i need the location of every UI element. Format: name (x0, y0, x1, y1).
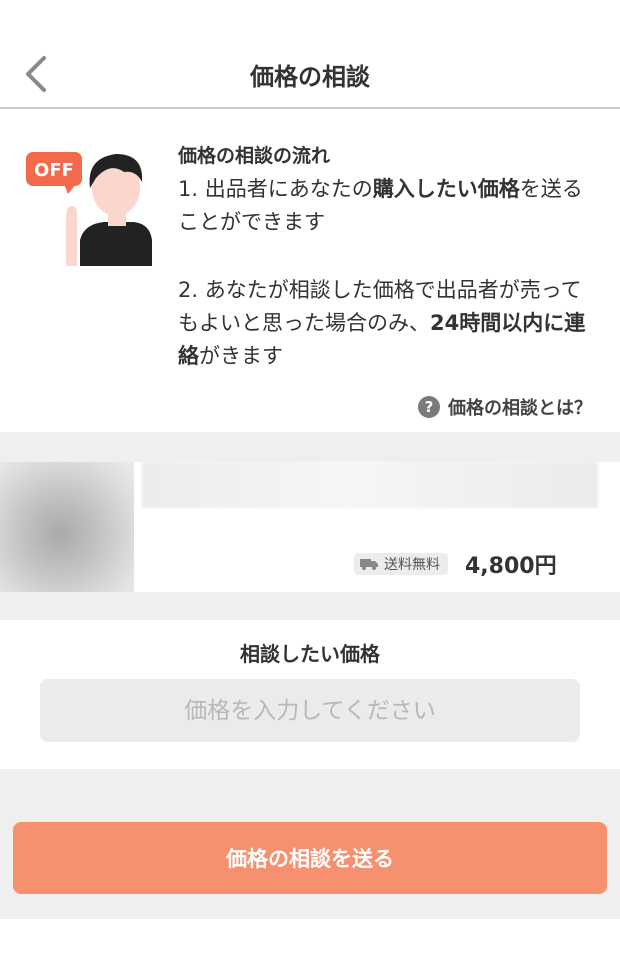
flow-step-2-text-end: がきます (199, 344, 283, 368)
page-title: 価格の相談 (250, 63, 370, 91)
shipping-label: 送料無料 (384, 557, 440, 573)
section-divider (0, 592, 620, 620)
help-link[interactable]: ? 価格の相談とは？ (418, 394, 592, 420)
help-link-label: 価格の相談とは？ (448, 398, 592, 419)
price-input[interactable] (40, 679, 580, 742)
section-divider (0, 432, 620, 462)
off-badge-icon: OFF (34, 160, 74, 181)
flow-title: 価格の相談の流れ (178, 145, 331, 167)
bottom-spacer (0, 919, 620, 959)
app-header: 価格の相談 (0, 0, 620, 109)
product-title-blurred (142, 462, 598, 508)
flow-step-2: 2. あなたが相談した価格で出品者が売ってもよいと思った場合のみ、24時間以内に… (178, 274, 598, 373)
price-negotiation-illustration: OFF (24, 148, 154, 266)
price-input-label: 相談したい価格 (240, 642, 380, 666)
flow-step-1: 1. 出品者にあなたの購入したい価格を送ることができます (178, 173, 598, 239)
product-thumbnail (0, 462, 134, 592)
product-price: 4,800円 (465, 554, 557, 579)
submit-offer-button[interactable]: 価格の相談を送る (13, 822, 607, 894)
shipping-badge: 送料無料 (354, 553, 448, 575)
question-icon: ? (418, 396, 440, 418)
flow-step-1-text: 1. 出品者にあなたの (178, 177, 373, 201)
truck-icon (360, 559, 378, 570)
flow-step-1-emphasis: 購入したい価格 (372, 177, 520, 201)
